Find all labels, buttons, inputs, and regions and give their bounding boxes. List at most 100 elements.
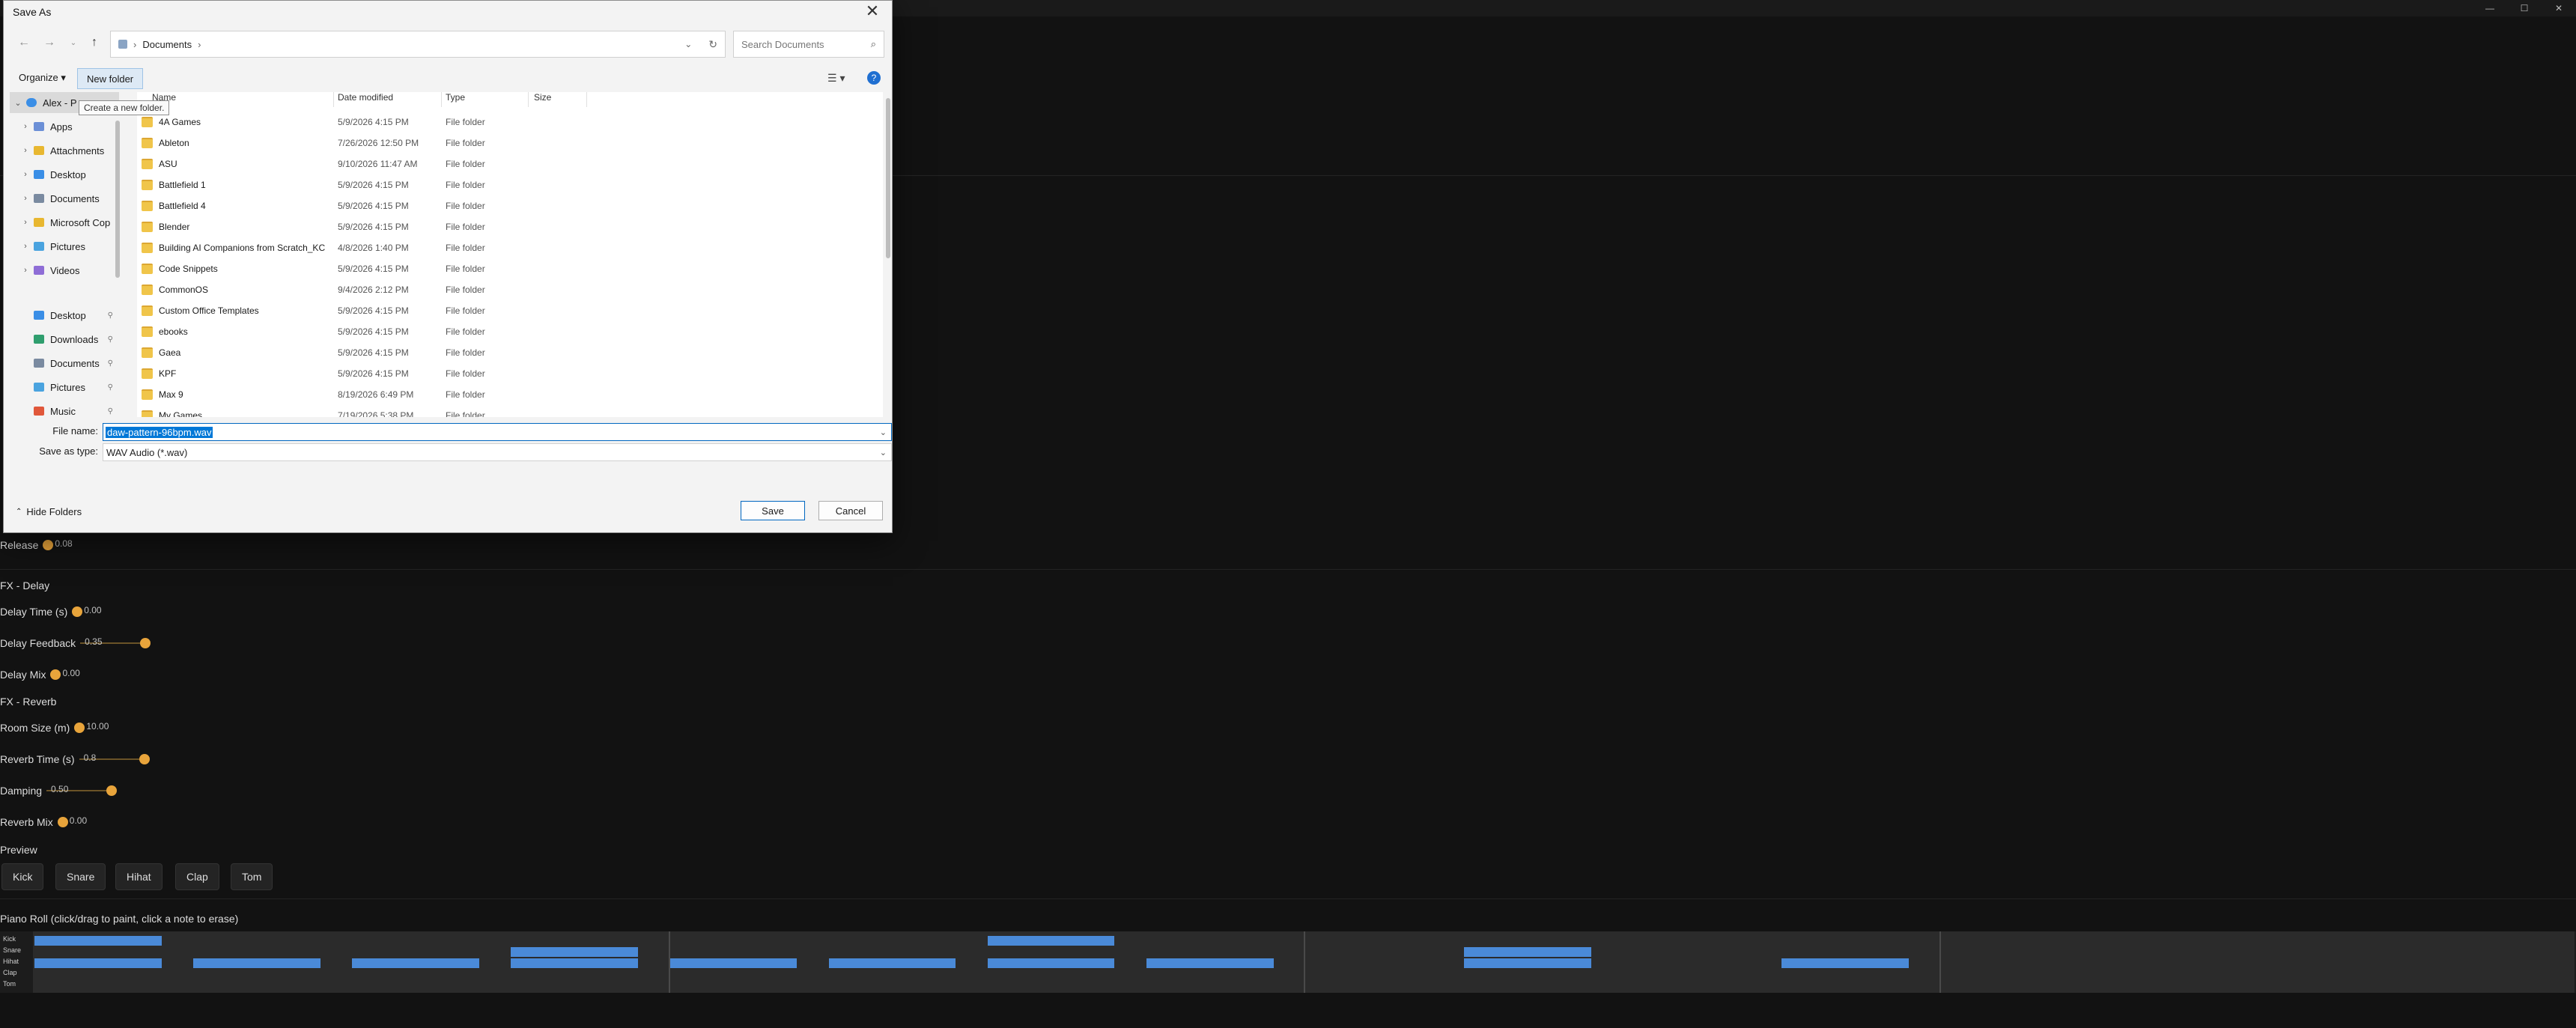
preview-clap-button[interactable]: Clap bbox=[175, 863, 219, 890]
slider-thumb[interactable] bbox=[140, 638, 151, 648]
preview-kick-button[interactable]: Kick bbox=[1, 863, 44, 890]
slider-thumb[interactable] bbox=[139, 754, 150, 764]
file-row[interactable]: Max 9 8/19/2026 6:49 PM File folder bbox=[137, 384, 883, 405]
slider-thumb[interactable] bbox=[106, 785, 118, 796]
column-separator[interactable] bbox=[586, 92, 587, 107]
file-row[interactable]: KPF 5/9/2026 4:15 PM File folder bbox=[137, 363, 883, 384]
piano-roll-note[interactable] bbox=[511, 947, 639, 957]
file-name-input[interactable]: daw-pattern-96bpm.wav ⌄ bbox=[103, 423, 892, 441]
file-row[interactable]: 4A Games 5/9/2026 4:15 PM File folder bbox=[137, 112, 883, 133]
chevron-down-icon[interactable]: ⌄ bbox=[880, 428, 887, 437]
param-slider[interactable]: 0.35 bbox=[80, 636, 151, 649]
column-type[interactable]: Type bbox=[446, 92, 465, 107]
file-row[interactable]: ASU 9/10/2026 11:47 AM File folder bbox=[137, 153, 883, 174]
address-bar[interactable]: › Documents › ⌄ ↻ bbox=[110, 31, 726, 58]
file-row[interactable]: Custom Office Templates 5/9/2026 4:15 PM F… bbox=[137, 300, 883, 321]
param-slider[interactable]: 0.00 bbox=[72, 605, 102, 618]
chevron-right-icon[interactable]: › bbox=[10, 146, 34, 155]
nav-item-apps[interactable]: › Apps bbox=[10, 116, 119, 137]
piano-roll-note[interactable] bbox=[828, 958, 956, 968]
piano-roll-note[interactable] bbox=[193, 958, 321, 968]
search-input[interactable]: Search Documents ⌕ bbox=[733, 31, 884, 58]
hide-folders-toggle[interactable]: ⌃ Hide Folders bbox=[16, 506, 82, 517]
forward-icon[interactable]: → bbox=[40, 34, 59, 52]
piano-roll-note[interactable] bbox=[1464, 958, 1591, 968]
param-slider[interactable]: 0.00 bbox=[50, 668, 80, 681]
recent-locations-icon[interactable]: ⌄ bbox=[64, 34, 83, 52]
piano-roll-note[interactable] bbox=[987, 958, 1115, 968]
column-date-modified[interactable]: Date modified bbox=[338, 92, 393, 107]
pin-icon[interactable]: ⚲ bbox=[108, 383, 113, 392]
param-slider[interactable]: 0.8 bbox=[79, 752, 150, 765]
param-slider[interactable]: 10.00 bbox=[74, 721, 109, 734]
file-row[interactable]: My Games 7/19/2026 5:38 PM File folder bbox=[137, 405, 883, 417]
new-folder-button[interactable]: New folder bbox=[77, 68, 144, 89]
piano-roll-note[interactable] bbox=[987, 936, 1115, 946]
piano-roll-note[interactable] bbox=[1464, 947, 1591, 957]
file-row[interactable]: Building AI Companions from Scratch_KC 4/… bbox=[137, 237, 883, 258]
file-row[interactable]: CommonOS 9/4/2026 2:12 PM File folder bbox=[137, 279, 883, 300]
save-type-select[interactable]: WAV Audio (*.wav) ⌄ bbox=[103, 443, 892, 461]
help-icon[interactable]: ? bbox=[867, 71, 881, 85]
slider-thumb[interactable] bbox=[74, 723, 85, 733]
quick-access-documents[interactable]: Documents ⚲ bbox=[10, 353, 119, 374]
file-row[interactable]: ebooks 5/9/2026 4:15 PM File folder bbox=[137, 321, 883, 342]
column-separator[interactable] bbox=[528, 92, 529, 107]
file-row[interactable]: Code Snippets 5/9/2026 4:15 PM File folder bbox=[137, 258, 883, 279]
nav-scrollbar[interactable] bbox=[115, 121, 120, 278]
nav-item-documents[interactable]: › Documents bbox=[10, 188, 119, 209]
close-window-button[interactable]: ✕ bbox=[2542, 0, 2576, 16]
file-list-scrollbar[interactable] bbox=[886, 98, 890, 258]
column-size[interactable]: Size bbox=[534, 92, 551, 107]
preview-tom-button[interactable]: Tom bbox=[231, 863, 273, 890]
pin-icon[interactable]: ⚲ bbox=[108, 359, 113, 368]
address-dropdown-icon[interactable]: ⌄ bbox=[684, 39, 692, 49]
pin-icon[interactable]: ⚲ bbox=[108, 335, 113, 344]
quick-access-downloads[interactable]: Downloads ⚲ bbox=[10, 329, 119, 350]
up-icon[interactable]: ↑ bbox=[85, 34, 104, 52]
piano-roll-note[interactable] bbox=[34, 936, 162, 946]
organize-button[interactable]: Organize ▾ bbox=[10, 68, 75, 88]
slider-thumb[interactable] bbox=[43, 540, 54, 550]
piano-roll-note[interactable] bbox=[511, 958, 639, 968]
chevron-down-icon[interactable]: ⌄ bbox=[10, 98, 26, 108]
pin-icon[interactable]: ⚲ bbox=[108, 311, 113, 320]
column-separator[interactable] bbox=[441, 92, 442, 107]
view-options-icon[interactable]: ☰ ▾ bbox=[818, 68, 854, 88]
nav-item-desktop[interactable]: › Desktop bbox=[10, 164, 119, 185]
chevron-right-icon[interactable]: › bbox=[10, 242, 34, 251]
piano-roll-grid[interactable] bbox=[33, 931, 2575, 993]
file-row[interactable]: Battlefield 1 5/9/2026 4:15 PM File folder bbox=[137, 174, 883, 195]
column-separator[interactable] bbox=[333, 92, 334, 107]
slider-thumb[interactable] bbox=[57, 817, 68, 827]
breadcrumb-documents[interactable]: Documents bbox=[142, 39, 192, 50]
chevron-right-icon[interactable]: › bbox=[10, 170, 34, 179]
chevron-down-icon[interactable]: ⌄ bbox=[880, 448, 887, 457]
save-button[interactable]: Save bbox=[741, 501, 805, 520]
file-row[interactable]: Battlefield 4 5/9/2026 4:15 PM File folder bbox=[137, 195, 883, 216]
nav-item-videos[interactable]: › Videos bbox=[10, 260, 119, 281]
cancel-button[interactable]: Cancel bbox=[818, 501, 883, 520]
close-icon[interactable]: ✕ bbox=[857, 1, 887, 22]
quick-access-desktop[interactable]: Desktop ⚲ bbox=[10, 305, 119, 326]
file-row[interactable]: Gaea 5/9/2026 4:15 PM File folder bbox=[137, 342, 883, 363]
nav-item-attachments[interactable]: › Attachments bbox=[10, 140, 119, 161]
nav-item-microsoft-cop[interactable]: › Microsoft Cop bbox=[10, 212, 119, 233]
quick-access-music[interactable]: Music ⚲ bbox=[10, 401, 119, 422]
piano-roll-note[interactable] bbox=[669, 958, 798, 968]
piano-roll-note[interactable] bbox=[352, 958, 479, 968]
preview-snare-button[interactable]: Snare bbox=[55, 863, 106, 890]
param-slider[interactable]: 0.00 bbox=[57, 815, 88, 828]
release-slider[interactable]: 0.08 bbox=[43, 538, 73, 551]
piano-roll-note[interactable] bbox=[1146, 958, 1274, 968]
file-row[interactable]: Ableton 7/26/2026 12:50 PM File folder bbox=[137, 133, 883, 153]
chevron-right-icon[interactable]: › bbox=[10, 194, 34, 203]
piano-roll-note[interactable] bbox=[34, 958, 162, 968]
minimize-button[interactable]: — bbox=[2473, 0, 2507, 16]
slider-thumb[interactable] bbox=[50, 669, 61, 680]
quick-access-pictures[interactable]: Pictures ⚲ bbox=[10, 377, 119, 398]
piano-roll-note[interactable] bbox=[1781, 958, 1910, 968]
nav-item-pictures[interactable]: › Pictures bbox=[10, 236, 119, 257]
preview-hihat-button[interactable]: Hihat bbox=[115, 863, 162, 890]
param-slider[interactable]: 0.50 bbox=[46, 784, 118, 797]
